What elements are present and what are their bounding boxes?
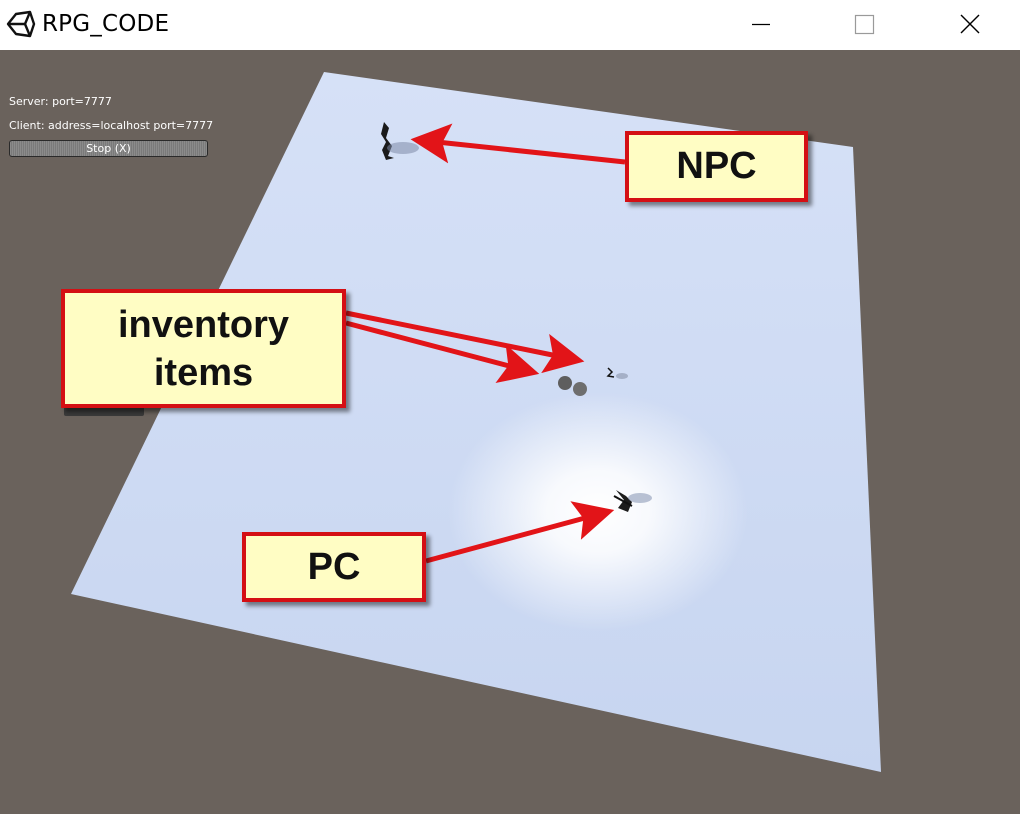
- game-scene: [71, 72, 881, 772]
- window-title: RPG_CODE: [42, 11, 170, 37]
- unity-logo-icon: [4, 8, 36, 40]
- npc-callout-label: NPC: [676, 145, 757, 187]
- maximize-button[interactable]: [834, 0, 894, 50]
- game-viewport[interactable]: Server: port=7777 Client: address=localh…: [0, 50, 1020, 814]
- maximize-icon: [854, 14, 875, 35]
- inventory-callout: inventory items: [61, 289, 346, 408]
- minimize-icon: [752, 23, 770, 26]
- npc-callout: NPC: [625, 131, 808, 202]
- close-icon: [960, 14, 980, 34]
- client-status-text: Client: address=localhost port=7777: [9, 119, 214, 132]
- server-status-text: Server: port=7777: [9, 95, 112, 108]
- close-button[interactable]: [940, 0, 1000, 50]
- pc-callout: PC: [242, 532, 426, 602]
- inventory-callout-label: inventory items: [117, 303, 290, 394]
- pc-callout-label: PC: [307, 545, 361, 588]
- title-bar[interactable]: RPG_CODE: [0, 0, 1020, 50]
- game-window: RPG_CODE Server: port=7777 Client: addre…: [0, 0, 1020, 814]
- stop-button[interactable]: Stop (X): [9, 140, 208, 157]
- minimize-button[interactable]: [732, 0, 792, 50]
